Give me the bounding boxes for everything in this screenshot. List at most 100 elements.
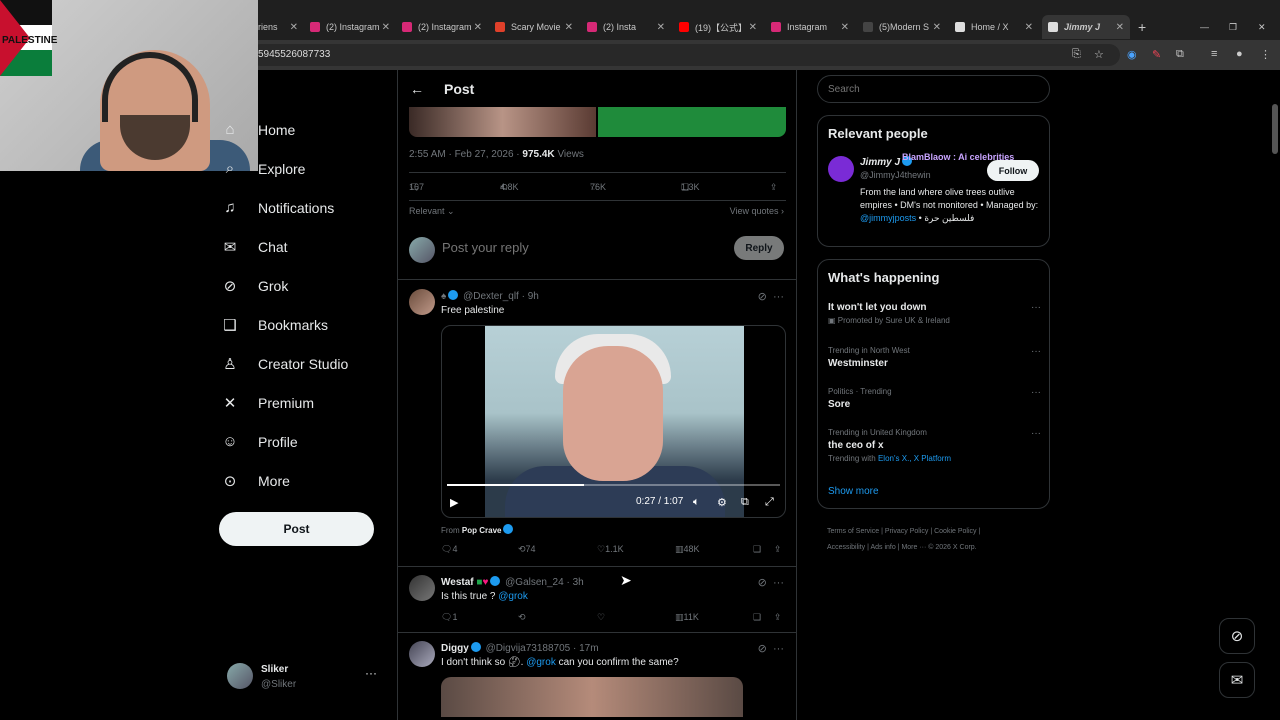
browser-tab[interactable]: (2) Insta ✕ bbox=[587, 15, 665, 39]
bookmark-icon[interactable]: ❑ bbox=[753, 544, 761, 555]
repost-action[interactable]: ⟲ bbox=[518, 612, 526, 623]
post-button[interactable]: Post bbox=[219, 512, 374, 546]
trend-item[interactable]: It won't let you down ▣ Promoted by Sure… bbox=[828, 302, 1041, 325]
like-action[interactable]: ♡ bbox=[597, 612, 605, 623]
browser-tab[interactable]: Scary Movie ✕ bbox=[495, 15, 573, 39]
messages-fab-icon[interactable]: ✉ bbox=[1219, 662, 1255, 698]
grok-fab-icon[interactable]: ⊘ bbox=[1219, 618, 1255, 654]
nav-item-grok[interactable]: ⊘ Grok bbox=[220, 266, 390, 305]
reply-button[interactable]: Reply bbox=[734, 236, 784, 260]
extension-icon[interactable]: ◉ bbox=[1127, 48, 1137, 61]
nav-item-notifications[interactable]: ♫ Notifications bbox=[220, 188, 390, 227]
profile-icon[interactable]: ● bbox=[1236, 48, 1243, 60]
mention-link[interactable]: @grok bbox=[498, 591, 528, 602]
reply-tweet[interactable]: Westaf ■♥ @Galsen_24 · 3h ⊘ ··· Is this … bbox=[398, 567, 796, 633]
share-icon[interactable]: ⇪ bbox=[774, 612, 782, 623]
scrollbar[interactable] bbox=[1272, 104, 1278, 154]
close-tab-icon[interactable]: ✕ bbox=[1025, 22, 1033, 33]
browser-tab[interactable]: (2) Instagram ✕ bbox=[310, 15, 390, 39]
nav-item-premium[interactable]: ✕ Premium bbox=[220, 383, 390, 422]
footer-line[interactable]: Terms of Service | Privacy Policy | Cook… bbox=[827, 524, 1047, 540]
nav-item-explore[interactable]: ⌕ Explore bbox=[220, 149, 390, 188]
trend-with-links[interactable]: Elon's X., X Platform bbox=[878, 454, 951, 463]
reply-tweet[interactable]: ♠ @Dexter_qlf · 9h ⊘ ··· Free palestine … bbox=[398, 281, 796, 567]
like-action[interactable]: ♡ 1.1K bbox=[597, 544, 624, 555]
share-icon[interactable]: ⇪ bbox=[770, 182, 778, 193]
bookmark-icon[interactable]: ❑ bbox=[753, 612, 761, 623]
pip-icon[interactable]: ⧉ bbox=[741, 496, 749, 509]
close-tab-icon[interactable]: ✕ bbox=[382, 22, 390, 33]
trend-item[interactable]: Politics · Trending Sore ··· bbox=[828, 387, 1041, 410]
nav-item-more[interactable]: ⊙ More bbox=[220, 461, 390, 500]
follow-button[interactable]: Follow bbox=[987, 160, 1039, 181]
show-more-link[interactable]: Show more bbox=[828, 486, 879, 497]
repost-action[interactable]: ⟲ 74 bbox=[518, 544, 536, 555]
maximize-icon[interactable]: ❐ bbox=[1229, 15, 1237, 39]
views-action[interactable]: ▥ 11K bbox=[675, 612, 699, 623]
footer-line[interactable]: Accessibility | Ads info | More ··· © 20… bbox=[827, 540, 1047, 556]
more-dots-icon[interactable]: ··· bbox=[1031, 302, 1041, 313]
volume-icon[interactable]: 🔈︎ bbox=[693, 496, 700, 509]
gear-icon[interactable]: ⚙ bbox=[717, 496, 727, 509]
bio-link[interactable]: @jimmyjposts bbox=[860, 213, 916, 223]
reply-action[interactable]: 🗨︎ 4 bbox=[441, 544, 457, 555]
browser-tab[interactable]: Home / X ✕ bbox=[955, 15, 1033, 39]
tweet-media[interactable] bbox=[441, 677, 743, 717]
nav-item-profile[interactable]: ☺ Profile bbox=[220, 422, 390, 461]
view-quotes-link[interactable]: View quotes › bbox=[730, 206, 784, 216]
close-tab-icon[interactable]: ✕ bbox=[841, 22, 849, 33]
extension-icon[interactable]: ✎ bbox=[1152, 48, 1161, 61]
fullscreen-icon[interactable]: ⤢ bbox=[765, 496, 774, 509]
close-tab-icon[interactable]: ✕ bbox=[474, 22, 482, 33]
back-arrow-icon[interactable]: ← bbox=[410, 81, 424, 97]
install-icon[interactable]: ⎘ bbox=[1072, 48, 1081, 61]
reply-input[interactable] bbox=[442, 240, 722, 255]
video-progress-bar[interactable] bbox=[447, 484, 780, 486]
browser-tab[interactable]: (5)Modern S ✕ bbox=[863, 15, 941, 39]
views-action[interactable]: ▥ 48K bbox=[675, 544, 700, 555]
more-dots-icon[interactable]: ··· bbox=[1031, 387, 1041, 398]
grok-icon[interactable]: ⊘ ··· bbox=[758, 576, 784, 589]
close-tab-icon[interactable]: ✕ bbox=[933, 22, 941, 33]
url-field[interactable]: 5945526087733 bbox=[250, 44, 1120, 66]
video-player[interactable]: ▶ 0:27 / 1:07 🔈︎ ⚙ ⧉ ⤢ bbox=[441, 325, 786, 518]
nav-item-creator-studio[interactable]: ♙ Creator Studio bbox=[220, 344, 390, 383]
nav-item-bookmarks[interactable]: ❑ Bookmarks bbox=[220, 305, 390, 344]
close-tab-icon[interactable]: ✕ bbox=[1116, 22, 1124, 33]
puzzle-icon[interactable]: ⧉ bbox=[1176, 48, 1184, 61]
play-icon[interactable]: ▶ bbox=[450, 496, 458, 509]
avatar[interactable] bbox=[828, 156, 854, 182]
close-tab-icon[interactable]: ✕ bbox=[290, 22, 298, 33]
mention-link[interactable]: @grok bbox=[526, 657, 556, 668]
browser-tab[interactable]: riens ✕ bbox=[258, 15, 298, 39]
close-tab-icon[interactable]: ✕ bbox=[657, 22, 665, 33]
more-dots-icon[interactable]: ··· bbox=[1031, 428, 1041, 439]
browser-tab[interactable]: (2) Instagram ✕ bbox=[402, 15, 482, 39]
new-tab-button[interactable]: + bbox=[1138, 15, 1146, 39]
nav-item-home[interactable]: ⌂ Home bbox=[220, 110, 390, 149]
browser-tab[interactable]: (19)【公式】 ✕ bbox=[679, 15, 757, 39]
search-input[interactable] bbox=[817, 75, 1050, 103]
trend-item[interactable]: Trending in United Kingdom the ceo of x … bbox=[828, 428, 1041, 463]
reply-tweet[interactable]: Diggy @Digvija73188705 · 17m ⊘ ··· I don… bbox=[398, 633, 796, 720]
browser-tab[interactable]: Instagram ✕ bbox=[771, 15, 849, 39]
star-icon[interactable]: ☆ bbox=[1094, 48, 1104, 61]
post-media[interactable] bbox=[409, 107, 786, 137]
media-icon[interactable]: ≡ bbox=[1211, 48, 1217, 60]
sort-relevant[interactable]: Relevant ⌄ bbox=[409, 206, 455, 217]
close-tab-icon[interactable]: ✕ bbox=[565, 22, 573, 33]
grok-icon[interactable]: ⊘ ··· bbox=[758, 290, 784, 303]
reply-action[interactable]: 🗨︎ 1 bbox=[441, 612, 457, 623]
share-icon[interactable]: ⇪ bbox=[774, 544, 782, 555]
minimize-icon[interactable]: — bbox=[1200, 15, 1209, 39]
nav-item-chat[interactable]: ✉ Chat bbox=[220, 227, 390, 266]
close-tab-icon[interactable]: ✕ bbox=[749, 22, 757, 33]
browser-tab-active[interactable]: Jimmy J ✕ bbox=[1042, 15, 1130, 39]
menu-dots-icon[interactable]: ⋮ bbox=[1260, 48, 1271, 61]
grok-icon[interactable]: ⊘ ··· bbox=[758, 642, 784, 655]
account-switcher[interactable]: Sliker @Sliker ··· bbox=[227, 660, 387, 696]
trend-item[interactable]: Trending in North West Westminster ··· bbox=[828, 346, 1041, 369]
close-window-icon[interactable]: ✕ bbox=[1258, 15, 1266, 39]
more-dots-icon[interactable]: ··· bbox=[365, 666, 377, 680]
more-dots-icon[interactable]: ··· bbox=[1031, 346, 1041, 357]
